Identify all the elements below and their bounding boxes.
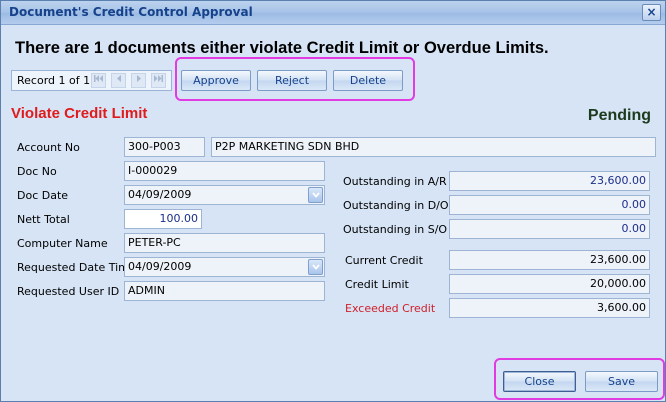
outstanding-do-field[interactable]: 0.00 [449,195,650,215]
current-credit-label: Current Credit [345,254,423,267]
computer-name-field[interactable]: PETER-PC [124,233,325,253]
doc-date-field[interactable]: 04/09/2009 [124,185,325,205]
outstanding-so-label: Outstanding in S/O [343,223,448,236]
doc-date-dropdown-icon[interactable] [308,187,323,203]
outstanding-so-field[interactable]: 0.00 [449,219,650,239]
save-button[interactable]: Save [585,371,658,392]
requested-user-id-field[interactable]: ADMIN [124,281,325,301]
current-credit-field[interactable]: 23,600.00 [449,250,650,270]
doc-no-field[interactable]: I-000029 [124,161,325,181]
prev-record-icon[interactable] [111,73,126,88]
approve-button[interactable]: Approve [181,70,251,91]
summary-heading: There are 1 documents either violate Cre… [15,39,549,57]
nett-total-field[interactable]: 100.00 [124,209,202,229]
computer-name-label: Computer Name [17,237,108,250]
requested-date-time-field[interactable]: 04/09/2009 [124,257,325,277]
violation-title: Violate Credit Limit [11,105,148,122]
exceeded-credit-field[interactable]: 3,600.00 [449,298,650,318]
window-title: Document's Credit Control Approval [9,5,253,19]
last-record-icon[interactable] [151,73,166,88]
first-record-icon[interactable] [91,73,106,88]
doc-date-label: Doc Date [17,189,69,202]
credit-limit-field[interactable]: 20,000.00 [449,274,650,294]
delete-button[interactable]: Delete [333,70,403,91]
approval-status: Pending [587,107,651,124]
credit-control-approval-window: Document's Credit Control Approval × The… [0,0,666,402]
close-button[interactable]: Close [503,371,576,392]
window-close-button[interactable]: × [642,4,661,21]
credit-limit-label: Credit Limit [345,278,409,291]
account-name-field[interactable]: P2P MARKETING SDN BHD [211,137,656,157]
requested-date-time-label: Requested Date Time [17,261,136,274]
next-record-icon[interactable] [131,73,146,88]
record-navigator: Record 1 of 1 [11,70,172,91]
reject-button[interactable]: Reject [257,70,327,91]
exceeded-credit-label: Exceeded Credit [345,302,436,315]
doc-no-label: Doc No [17,165,57,178]
requested-user-id-label: Requested User ID [17,285,120,298]
title-bar: Document's Credit Control Approval × [1,1,665,25]
requested-date-dropdown-icon[interactable] [308,259,323,275]
account-code-field[interactable]: 300-P003 [124,137,205,157]
doc-date-value: 04/09/2009 [128,188,192,201]
account-no-label: Account No [17,141,80,154]
outstanding-do-label: Outstanding in D/O [343,199,449,212]
requested-date-time-value: 04/09/2009 [128,260,192,273]
record-counter: Record 1 of 1 [17,74,91,87]
outstanding-ar-label: Outstanding in A/R [343,175,447,188]
nett-total-label: Nett Total [17,213,70,226]
outstanding-ar-field[interactable]: 23,600.00 [449,171,650,191]
